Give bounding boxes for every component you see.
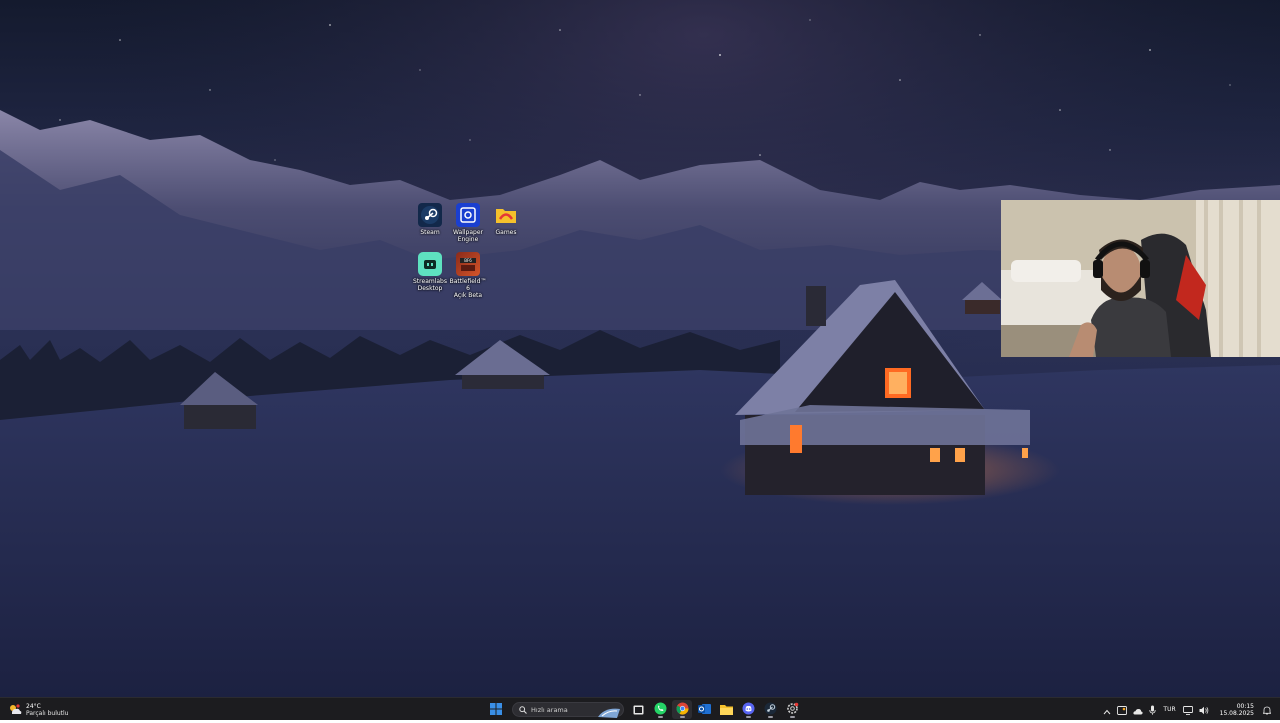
wallpaper-engine-icon [456, 203, 480, 227]
desktop-icon-label: Games [495, 229, 517, 236]
desktop-icon-label: Battlefield™ 6 Açık Beta [449, 278, 487, 299]
svg-text:BF6: BF6 [464, 258, 472, 263]
weather-widget[interactable]: 24°C Parçalı bulutlu [8, 700, 68, 719]
taskbar: 24°C Parçalı bulutlu Hızlı arama TUR 00:… [0, 697, 1280, 720]
taskbar-apps: Hızlı arama [486, 700, 804, 719]
tray-app-button[interactable] [1117, 700, 1128, 719]
system-tray: TUR 00:15 15.08.2025 [1100, 700, 1274, 719]
microphone-icon [1149, 700, 1157, 719]
taskbar-steam[interactable] [760, 700, 780, 719]
bell-icon [1262, 700, 1272, 719]
weather-condition: Parçalı bulutlu [26, 709, 69, 717]
taskbar-outlook[interactable] [694, 700, 714, 719]
onedrive-icon [1133, 700, 1144, 719]
discord-icon [742, 700, 755, 719]
taskbar-file-explorer[interactable] [716, 700, 736, 719]
desktop-icon-streamlabs[interactable]: Streamlabs Desktop [410, 252, 450, 292]
desktop-icon-steam[interactable]: Steam [410, 203, 450, 236]
taskbar-chrome[interactable] [672, 700, 692, 719]
input-language-indicator[interactable]: TUR [1163, 706, 1175, 713]
screen-capture-icon [1117, 700, 1128, 719]
speaker-icon [1199, 700, 1209, 719]
webcam-feed-image [1001, 200, 1280, 357]
outlook-icon [697, 700, 711, 719]
search-placeholder: Hızlı arama [531, 705, 568, 714]
folder-icon [719, 700, 733, 719]
clock[interactable]: 00:15 15.08.2025 [1220, 703, 1254, 717]
start-button[interactable] [486, 700, 506, 719]
taskbar-settings[interactable] [782, 700, 802, 719]
clock-date: 15.08.2025 [1219, 709, 1254, 717]
windows-start-icon [490, 700, 502, 719]
volume-button[interactable] [1199, 700, 1209, 719]
search-highlight-icon [597, 704, 621, 723]
webcam-overlay [1001, 200, 1280, 357]
chrome-icon [676, 700, 689, 719]
taskbar-discord[interactable] [738, 700, 758, 719]
battlefield-icon: BF6 [456, 252, 480, 276]
task-view-icon [633, 700, 644, 719]
desktop-icon-label: Streamlabs Desktop [413, 278, 447, 292]
network-icon [1182, 700, 1193, 719]
gear-icon [786, 700, 799, 719]
tray-microphone-button[interactable] [1149, 700, 1157, 719]
show-hidden-icons-button[interactable] [1103, 700, 1111, 719]
weather-temperature: 24°C [26, 702, 41, 710]
notifications-button[interactable] [1262, 700, 1272, 719]
network-button[interactable] [1182, 700, 1193, 719]
desktop-icon-games[interactable]: Games [486, 203, 526, 236]
search-box[interactable]: Hızlı arama [512, 702, 624, 718]
folder-icon [494, 203, 518, 227]
weather-partly-cloudy-icon [8, 700, 22, 719]
taskbar-whatsapp[interactable] [650, 700, 670, 719]
steam-icon [418, 203, 442, 227]
steam-icon [764, 700, 777, 719]
desktop-icon-battlefield[interactable]: BF6 Battlefield™ 6 Açık Beta [448, 252, 488, 299]
search-icon [519, 705, 527, 714]
task-view-button[interactable] [628, 700, 648, 719]
streamlabs-icon [418, 252, 442, 276]
whatsapp-icon [654, 700, 667, 719]
desktop-icon-wallpaper-engine[interactable]: Wallpaper Engine [448, 203, 488, 243]
desktop-icon-label: Steam [420, 229, 440, 236]
desktop[interactable]: Steam Wallpaper Engine Games Streamlabs … [0, 0, 1280, 697]
chevron-up-icon [1103, 700, 1111, 719]
clock-time: 00:15 [1236, 702, 1254, 710]
tray-cloud-button[interactable] [1133, 700, 1144, 719]
desktop-icon-label: Wallpaper Engine [452, 229, 483, 243]
